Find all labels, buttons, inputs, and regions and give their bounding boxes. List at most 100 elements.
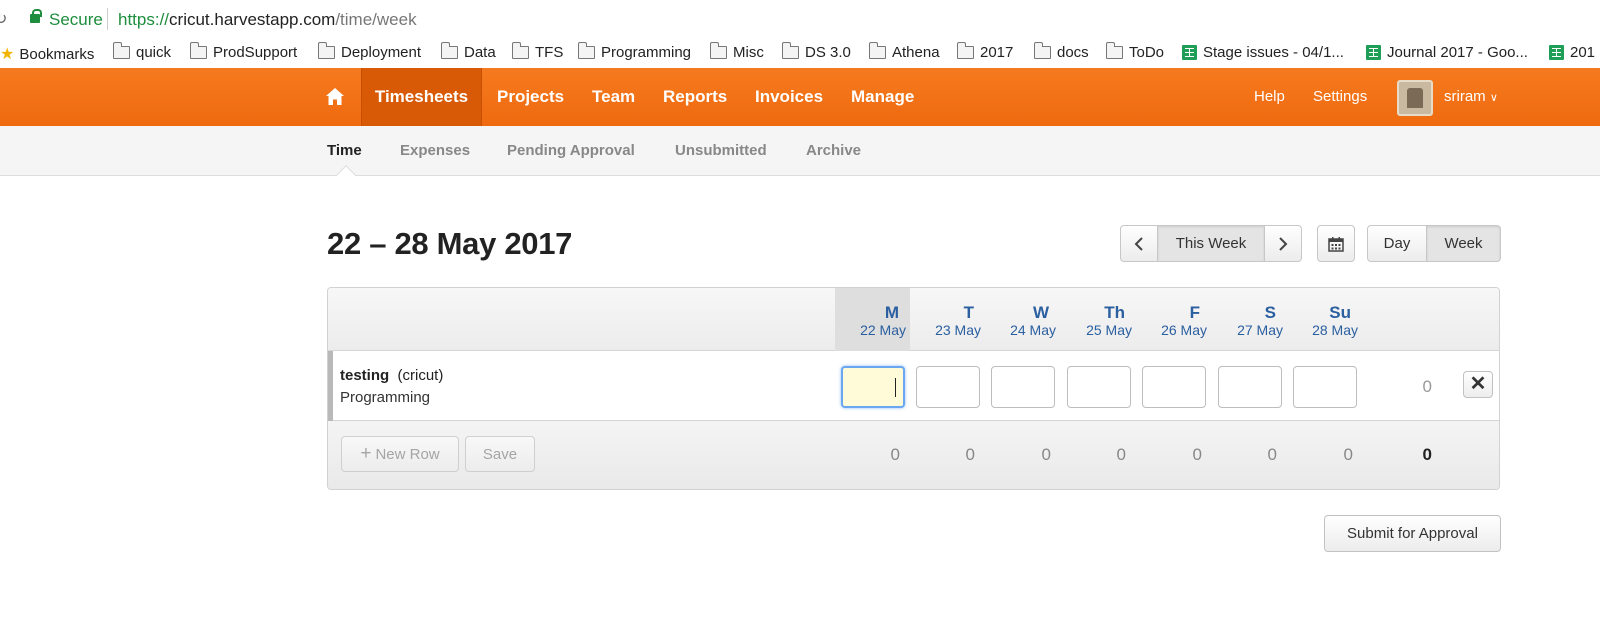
hours-input-fri[interactable] bbox=[1142, 366, 1206, 408]
day-total-fri: 0 bbox=[1192, 445, 1202, 464]
hours-input-sun[interactable] bbox=[1293, 366, 1357, 408]
bookmark-folder-ds30[interactable]: DS 3.0 bbox=[781, 42, 851, 61]
hours-input-sat[interactable] bbox=[1218, 366, 1282, 408]
user-name: sriram bbox=[1444, 88, 1486, 105]
bookmark-folder-prodsupport[interactable]: ProdSupport bbox=[189, 42, 297, 61]
nav-timesheets[interactable]: Timesheets bbox=[361, 68, 482, 126]
close-icon: ✕ bbox=[1469, 373, 1487, 395]
submit-for-approval-button[interactable]: Submit for Approval bbox=[1324, 515, 1501, 552]
delete-row-button[interactable]: ✕ bbox=[1463, 371, 1493, 398]
bookmark-folder-todo[interactable]: ToDo bbox=[1105, 42, 1164, 61]
bookmark-201[interactable]: 201 bbox=[1549, 44, 1595, 61]
lock-icon bbox=[30, 9, 42, 23]
url-text[interactable]: https://cricut.harvestapp.com/time/week bbox=[118, 10, 417, 30]
nav-reports[interactable]: Reports bbox=[663, 68, 727, 126]
calendar-button[interactable] bbox=[1317, 225, 1355, 262]
avatar[interactable] bbox=[1397, 80, 1433, 116]
day-total-wed: 0 bbox=[1041, 445, 1051, 464]
star-icon: ★ bbox=[0, 46, 15, 63]
day-name-mon: M bbox=[884, 303, 899, 322]
sheets-icon bbox=[1182, 45, 1197, 60]
tab-pending-approval[interactable]: Pending Approval bbox=[507, 142, 635, 159]
bookmark-folder-misc[interactable]: Misc bbox=[709, 42, 764, 61]
save-button[interactable]: Save bbox=[465, 436, 535, 472]
bookmark-folder-deployment[interactable]: Deployment bbox=[317, 42, 421, 61]
row-total: 0 bbox=[1422, 377, 1432, 396]
day-view-button[interactable]: Day bbox=[1367, 225, 1427, 262]
folder-icon bbox=[781, 42, 799, 59]
nav-manage[interactable]: Manage bbox=[851, 68, 914, 126]
reload-icon[interactable]: ↻ bbox=[0, 9, 7, 29]
new-row-button[interactable]: + New Row bbox=[341, 436, 459, 472]
nav-team[interactable]: Team bbox=[592, 68, 635, 126]
chevron-left-icon bbox=[1134, 236, 1143, 251]
sheets-icon bbox=[1366, 45, 1381, 60]
grand-total: 0 bbox=[1422, 445, 1432, 464]
plus-icon: + bbox=[360, 443, 372, 464]
tab-archive[interactable]: Archive bbox=[806, 142, 861, 159]
bookmark-bookmarks[interactable]: ★ Bookmarks bbox=[0, 44, 94, 64]
page-title: 22 – 28 May 2017 bbox=[327, 226, 573, 261]
nav-help[interactable]: Help bbox=[1254, 68, 1285, 126]
day-name-sat: S bbox=[1264, 303, 1276, 322]
chevron-down-icon: ∨ bbox=[1489, 92, 1498, 104]
bookmark-folder-programming[interactable]: Programming bbox=[577, 42, 691, 61]
day-date-thu: 25 May bbox=[1086, 322, 1132, 338]
hours-input-tue[interactable] bbox=[916, 366, 980, 408]
browser-address-bar[interactable]: ↻ Secure https://cricut.harvestapp.com/t… bbox=[0, 0, 1600, 38]
bookmark-folder-athena[interactable]: Athena bbox=[868, 42, 940, 61]
folder-icon bbox=[709, 42, 727, 59]
folder-icon bbox=[1105, 42, 1123, 59]
hours-input-thu[interactable] bbox=[1067, 366, 1131, 408]
tab-expenses[interactable]: Expenses bbox=[400, 142, 470, 159]
day-date-sun: 28 May bbox=[1312, 322, 1358, 338]
calendar-icon bbox=[1328, 236, 1344, 252]
home-icon[interactable] bbox=[324, 86, 346, 108]
folder-icon bbox=[1033, 42, 1051, 59]
week-view-button[interactable]: Week bbox=[1427, 225, 1501, 262]
nav-invoices[interactable]: Invoices bbox=[755, 68, 823, 126]
tab-unsubmitted[interactable]: Unsubmitted bbox=[675, 142, 767, 159]
day-total-tue: 0 bbox=[965, 445, 975, 464]
bookmark-folder-tfs[interactable]: TFS bbox=[511, 42, 563, 61]
hours-input-wed[interactable] bbox=[991, 366, 1055, 408]
bookmark-journal-2017[interactable]: Journal 2017 - Goo... bbox=[1366, 44, 1528, 61]
main-nav: Timesheets Projects Team Reports Invoice… bbox=[0, 68, 1600, 126]
folder-icon bbox=[577, 42, 595, 59]
row-marker bbox=[328, 351, 333, 421]
folder-icon bbox=[189, 42, 207, 59]
bookmark-folder-docs[interactable]: docs bbox=[1033, 42, 1089, 61]
nav-settings[interactable]: Settings bbox=[1313, 68, 1367, 126]
day-name-sun: Su bbox=[1329, 303, 1351, 322]
folder-icon bbox=[868, 42, 886, 59]
bookmark-folder-quick[interactable]: quick bbox=[112, 42, 171, 61]
day-name-tue: T bbox=[963, 303, 974, 322]
next-week-button[interactable] bbox=[1265, 225, 1302, 262]
nav-projects[interactable]: Projects bbox=[497, 68, 564, 126]
day-date-mon: 22 May bbox=[860, 322, 906, 338]
user-menu[interactable]: sriram ∨ bbox=[1444, 68, 1498, 126]
table-header: M 22 May T 23 May W 24 May Th 25 May F 2… bbox=[328, 288, 1499, 351]
day-date-fri: 26 May bbox=[1161, 322, 1207, 338]
day-name-thu: Th bbox=[1104, 303, 1125, 322]
previous-week-button[interactable] bbox=[1120, 225, 1158, 262]
bookmark-stage-issues[interactable]: Stage issues - 04/1... bbox=[1182, 44, 1344, 61]
chevron-right-icon bbox=[1279, 236, 1288, 251]
folder-icon bbox=[440, 42, 458, 59]
day-total-sun: 0 bbox=[1343, 445, 1353, 464]
new-row-label: New Row bbox=[375, 445, 440, 463]
day-name-fri: F bbox=[1189, 303, 1200, 322]
day-total-thu: 0 bbox=[1116, 445, 1126, 464]
folder-icon bbox=[956, 42, 974, 59]
project-name: testing (cricut) bbox=[340, 367, 444, 384]
bookmarks-bar: ★ Bookmarks quick ProdSupport Deployment … bbox=[0, 38, 1600, 68]
folder-icon bbox=[112, 42, 130, 59]
day-name-wed: W bbox=[1032, 303, 1049, 322]
day-total-mon: 0 bbox=[890, 445, 900, 464]
bookmark-folder-data[interactable]: Data bbox=[440, 42, 496, 61]
bookmark-folder-2017[interactable]: 2017 bbox=[956, 42, 1013, 61]
tab-time[interactable]: Time bbox=[327, 142, 362, 159]
this-week-button[interactable]: This Week bbox=[1158, 225, 1265, 262]
sub-nav: Time Expenses Pending Approval Unsubmitt… bbox=[0, 126, 1600, 176]
timesheet-table: M 22 May T 23 May W 24 May Th 25 May F 2… bbox=[327, 287, 1500, 490]
